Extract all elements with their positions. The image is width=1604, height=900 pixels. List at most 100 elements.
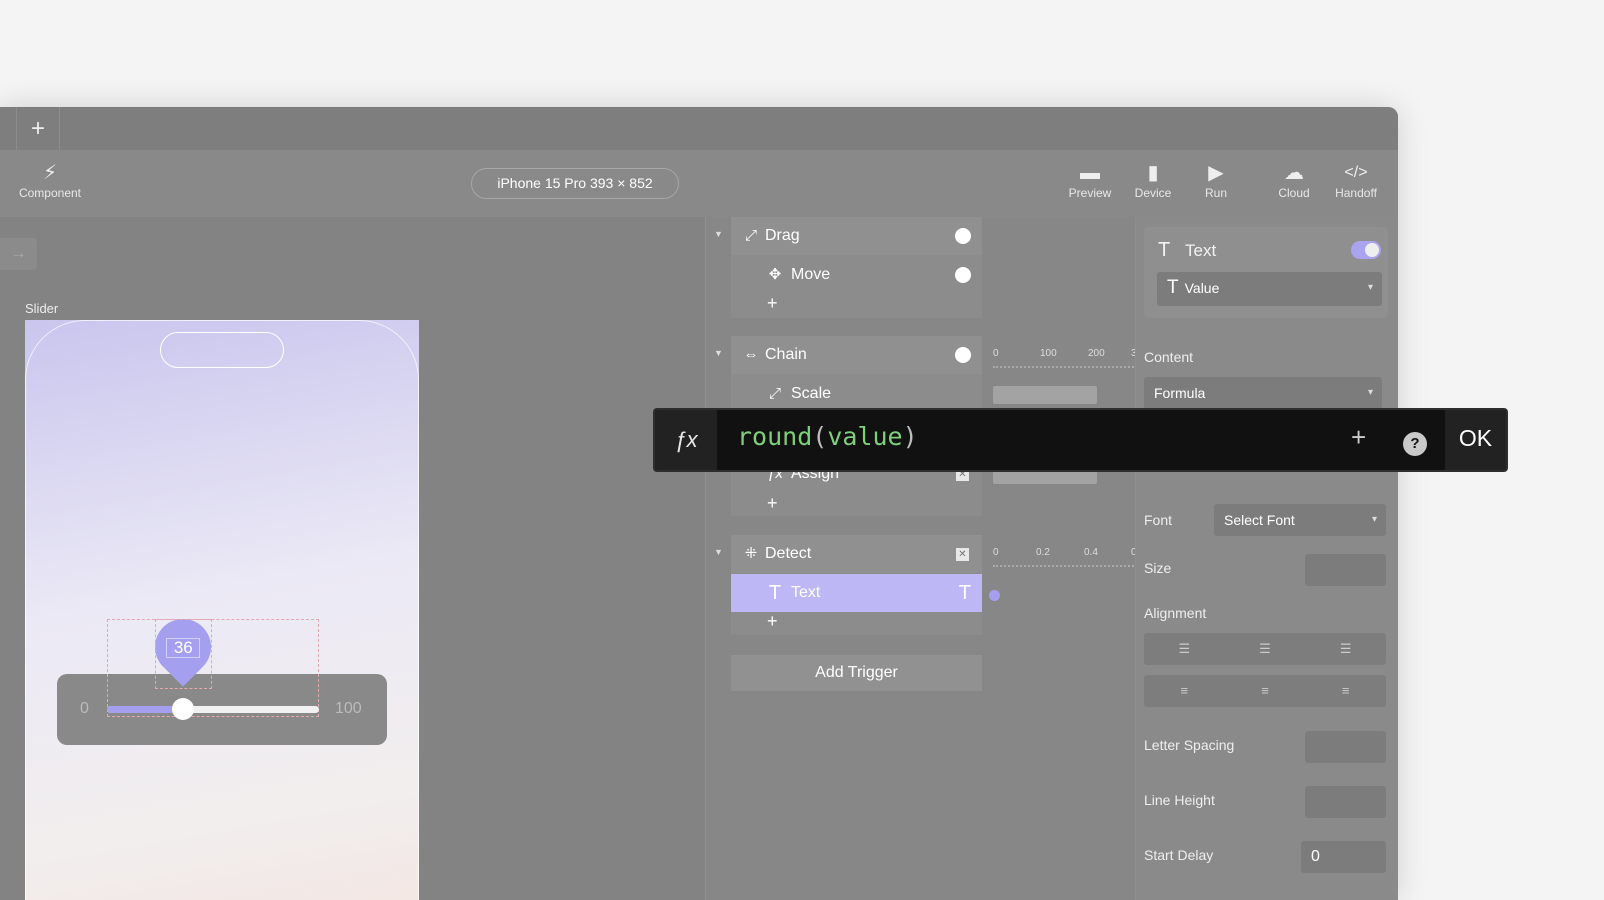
add-response-button[interactable]: +	[767, 611, 778, 632]
content-dropdown[interactable]: Formula	[1144, 377, 1382, 409]
arrow-right-icon: →	[10, 245, 27, 262]
timeline-ruler: 0 100 200 3	[993, 348, 1138, 368]
add-trigger-button[interactable]: Add Trigger	[731, 655, 982, 691]
toolbar: ⚡︎ Component iPhone 15 Pro 393 × 852 ▬ Pre…	[0, 150, 1398, 217]
align-right-icon[interactable]: ☰	[1305, 633, 1386, 665]
function-icon[interactable]: ƒx	[655, 410, 717, 470]
device-button[interactable]: ▮ Device	[1121, 160, 1185, 200]
drag-icon: ⤢	[744, 227, 757, 244]
device-icon: ▮	[1147, 162, 1159, 184]
timeline-ruler: 0 0.2 0.4 0	[993, 547, 1138, 567]
layer-title: Text	[1185, 241, 1217, 260]
ruler-tick: 0	[993, 348, 999, 359]
value-text: 36	[166, 638, 201, 658]
align-top-icon[interactable]: ≡	[1144, 675, 1225, 707]
font-label: Font	[1144, 512, 1173, 528]
new-tab-button[interactable]: +	[16, 107, 60, 150]
preview-label: Preview	[1068, 186, 1112, 200]
start-delay-input[interactable]: 0	[1301, 841, 1386, 873]
phone-outline	[25, 320, 419, 900]
collapse-chain-icon[interactable]: ▼	[714, 348, 723, 358]
cloud-button[interactable]: ☁ Cloud	[1262, 160, 1326, 200]
response-move[interactable]: ✥ Move	[731, 256, 982, 294]
collapse-detect-icon[interactable]: ▼	[714, 547, 723, 557]
plus-icon: +	[30, 115, 45, 142]
cloud-label: Cloud	[1278, 186, 1310, 200]
trigger-label: Drag	[765, 227, 800, 244]
timeline-bar-scale[interactable]	[993, 386, 1097, 404]
start-delay-label: Start Delay	[1144, 847, 1214, 863]
content-label: Content	[1144, 349, 1194, 365]
add-response-button[interactable]: +	[767, 293, 778, 314]
font-dropdown[interactable]: Select Font	[1214, 504, 1386, 536]
align-left-icon[interactable]: ☰	[1144, 633, 1225, 665]
font-value: Select Font	[1224, 512, 1295, 528]
align-middle-icon[interactable]: ≡	[1225, 675, 1306, 707]
link-icon: ⇔	[743, 346, 759, 363]
component-label: Component	[18, 186, 82, 200]
ruler-tick: 0.2	[1036, 547, 1050, 558]
expand-sidebar-button[interactable]: →	[0, 238, 37, 270]
vertical-alignment: ≡ ≡ ≡	[1144, 675, 1386, 707]
detect-icon: ⁜	[744, 545, 758, 562]
keyframe-dot[interactable]	[989, 590, 1000, 601]
size-input[interactable]	[1305, 554, 1386, 586]
device-label: Device	[1134, 186, 1172, 200]
canvas[interactable]: → Slider 0 100 36	[0, 217, 705, 900]
formula-argument: value	[827, 422, 903, 451]
ok-button[interactable]: OK	[1445, 410, 1506, 470]
cloud-icon: ☁	[1284, 162, 1304, 184]
property-dropdown[interactable]: T Value	[1157, 272, 1382, 306]
dynamic-island	[160, 332, 284, 368]
trigger-label: Chain	[765, 346, 807, 363]
frame-label: Slider	[25, 301, 59, 316]
tab-bar: +	[0, 107, 1398, 150]
ruler-tick: 0.4	[1084, 547, 1098, 558]
horizontal-alignment: ☰ ☰ ☰	[1144, 633, 1386, 665]
letter-spacing-input[interactable]	[1305, 731, 1386, 763]
phone-frame[interactable]: 0 100 36	[25, 320, 419, 900]
device-selector[interactable]: iPhone 15 Pro 393 × 852	[471, 168, 679, 199]
line-height-label: Line Height	[1144, 792, 1215, 808]
text-icon: T	[1167, 277, 1179, 298]
text-type-icon: T	[958, 582, 971, 604]
delete-icon[interactable]: ✕	[956, 548, 969, 561]
letter-spacing-label: Letter Spacing	[1144, 737, 1235, 753]
lightning-icon: ⚡︎	[42, 162, 58, 184]
text-icon: T	[768, 582, 782, 604]
app-window: + ⚡︎ Component iPhone 15 Pro 393 × 852 ▬ P…	[0, 107, 1398, 900]
play-icon: ▶	[1208, 162, 1224, 184]
trigger-group-drag: ⤢ Drag ✥ Move +	[731, 217, 982, 318]
response-label: Text	[791, 584, 821, 601]
toggle-dot[interactable]	[955, 267, 971, 283]
ruler-tick: 0	[993, 547, 999, 558]
formula-input[interactable]: round(value)	[737, 422, 918, 451]
selection-outline	[107, 619, 319, 717]
move-icon: ✥	[768, 266, 782, 283]
align-center-icon[interactable]: ☰	[1225, 633, 1306, 665]
help-icon[interactable]: ?	[1403, 432, 1427, 456]
response-label: Move	[791, 266, 831, 283]
toggle-dot[interactable]	[955, 347, 971, 363]
collapse-drag-icon[interactable]: ▼	[714, 229, 723, 239]
layer-toggle[interactable]	[1351, 241, 1381, 259]
properties-panel: T Text T Value Content Formula Font Selec…	[1135, 217, 1398, 900]
insert-plus-icon[interactable]: +	[1351, 422, 1366, 453]
formula-editor: ƒx round(value) + ? OK	[653, 408, 1508, 472]
trigger-detect[interactable]: ⁜ Detect ✕	[731, 535, 982, 573]
handoff-button[interactable]: </> Handoff	[1324, 160, 1388, 200]
line-height-input[interactable]	[1305, 786, 1386, 818]
code-icon: </>	[1344, 164, 1368, 181]
interactions-panel: ▼ ⤢ Drag ✥ Move + ▼ ⇔ Chain ⤢ Scale ƒx Assign…	[705, 217, 1138, 900]
toggle-dot[interactable]	[955, 228, 971, 244]
run-label: Run	[1204, 186, 1227, 200]
response-text-selected[interactable]: T Text T	[731, 574, 982, 612]
trigger-drag[interactable]: ⤢ Drag	[731, 217, 982, 255]
component-button[interactable]: ⚡︎ Component	[18, 160, 82, 200]
preview-button[interactable]: ▬ Preview	[1058, 160, 1122, 200]
formula-paren: )	[902, 422, 918, 451]
align-bottom-icon[interactable]: ≡	[1305, 675, 1386, 707]
run-button[interactable]: ▶ Run	[1184, 160, 1248, 200]
add-response-button[interactable]: +	[767, 493, 778, 514]
trigger-chain[interactable]: ⇔ Chain	[731, 336, 982, 374]
